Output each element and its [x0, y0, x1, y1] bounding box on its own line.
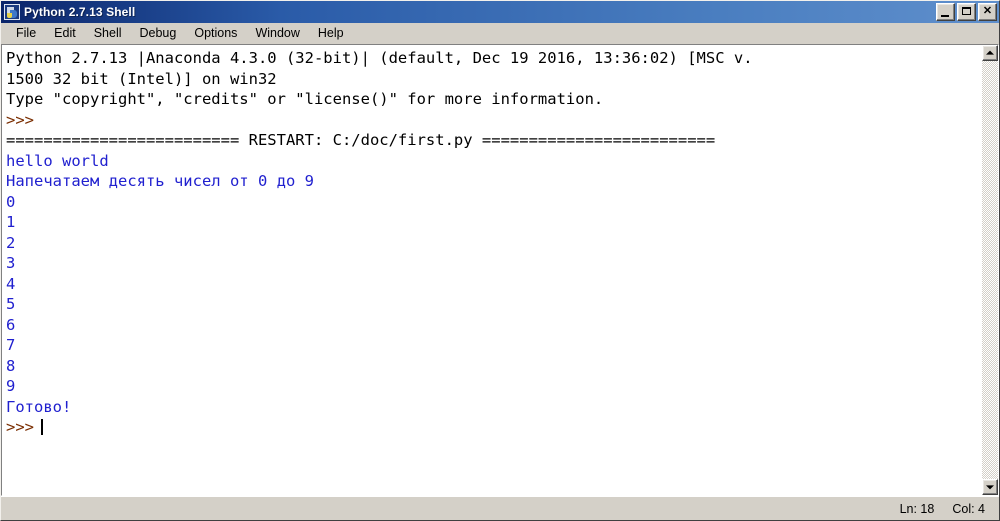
- console-line-text: >>>: [6, 418, 34, 436]
- console-line-text: 2: [6, 233, 16, 252]
- console-line-text: Напечатаем десять чисел от 0 до 9: [6, 172, 314, 190]
- scroll-down-icon[interactable]: [982, 479, 998, 495]
- menu-item-help[interactable]: Help: [309, 24, 353, 43]
- menu-item-file[interactable]: File: [7, 24, 45, 43]
- console-line-text: 9: [6, 377, 16, 395]
- console-line-text: 4: [6, 274, 16, 293]
- console-line: 7: [6, 335, 981, 356]
- console-line: Type "copyright", "credits" or "license(…: [6, 89, 981, 110]
- console-line: ========================= RESTART: C:/do…: [6, 130, 981, 151]
- console-line: >>>: [6, 110, 981, 131]
- console-line-text: 8: [6, 356, 16, 375]
- vertical-scrollbar[interactable]: [981, 45, 998, 495]
- console-line: 3: [6, 253, 981, 274]
- console-line: 0: [6, 192, 981, 213]
- console-line-text: 1500 32 bit (Intel)] on win32: [6, 69, 277, 88]
- console-line: 1: [6, 212, 981, 233]
- shell-text-region: Python 2.7.13 |Anaconda 4.3.0 (32-bit)| …: [1, 44, 999, 496]
- text-cursor: [41, 419, 43, 435]
- console-line-text: Type "copyright", "credits" or "license(…: [6, 90, 604, 108]
- console-line: Напечатаем десять чисел от 0 до 9: [6, 171, 981, 192]
- menu-bar: File Edit Shell Debug Options Window Hel…: [1, 23, 999, 44]
- console-line-text: 1: [6, 213, 16, 231]
- title-bar[interactable]: Python 2.7.13 Shell ✕: [1, 1, 999, 23]
- maximize-icon: [962, 7, 971, 15]
- console-line-text: >>>: [6, 110, 44, 129]
- window-title: Python 2.7.13 Shell: [24, 5, 136, 19]
- console-line: 4: [6, 274, 981, 295]
- console-line: Python 2.7.13 |Anaconda 4.3.0 (32-bit)| …: [6, 48, 981, 69]
- minimize-button[interactable]: [936, 3, 955, 21]
- console-line: hello world: [6, 151, 981, 172]
- status-column-number: Col: 4: [952, 501, 985, 516]
- scroll-up-icon[interactable]: [982, 45, 998, 61]
- menu-item-shell[interactable]: Shell: [85, 24, 131, 43]
- menu-item-debug[interactable]: Debug: [131, 24, 186, 43]
- close-button[interactable]: ✕: [978, 3, 997, 21]
- status-line-number: Ln: 18: [899, 501, 935, 516]
- console-line: 5: [6, 294, 981, 315]
- console-line: Готово!: [6, 397, 981, 418]
- console-line-text: 5: [6, 295, 16, 313]
- status-bar: Ln: 18 Col: 4: [1, 496, 999, 520]
- console-line-text: Python 2.7.13 |Anaconda 4.3.0 (32-bit)| …: [6, 49, 753, 67]
- console-line-text: 0: [6, 192, 16, 211]
- minimize-icon: [941, 15, 949, 17]
- menu-item-window[interactable]: Window: [246, 24, 308, 43]
- python-logo-icon[interactable]: [4, 4, 20, 20]
- console-line-text: Готово!: [6, 397, 72, 416]
- console-line: 2: [6, 233, 981, 254]
- menu-item-options[interactable]: Options: [185, 24, 246, 43]
- console-line: 1500 32 bit (Intel)] on win32: [6, 69, 981, 90]
- shell-output-area[interactable]: Python 2.7.13 |Anaconda 4.3.0 (32-bit)| …: [2, 45, 981, 495]
- maximize-button[interactable]: [957, 3, 976, 21]
- console-line-text: hello world: [6, 151, 109, 170]
- window-controls: ✕: [936, 3, 997, 21]
- console-line-text: 3: [6, 254, 16, 272]
- console-line-text: ========================= RESTART: C:/do…: [6, 131, 716, 149]
- idle-shell-window: Python 2.7.13 Shell ✕ File Edit Shell De…: [0, 0, 1000, 521]
- console-line: >>>: [6, 417, 981, 438]
- console-line: 9: [6, 376, 981, 397]
- console-line: 8: [6, 356, 981, 377]
- close-icon: ✕: [982, 5, 993, 17]
- console-line-text: 6: [6, 315, 16, 334]
- console-line-text: 7: [6, 336, 16, 354]
- menu-item-edit[interactable]: Edit: [45, 24, 85, 43]
- console-line: 6: [6, 315, 981, 336]
